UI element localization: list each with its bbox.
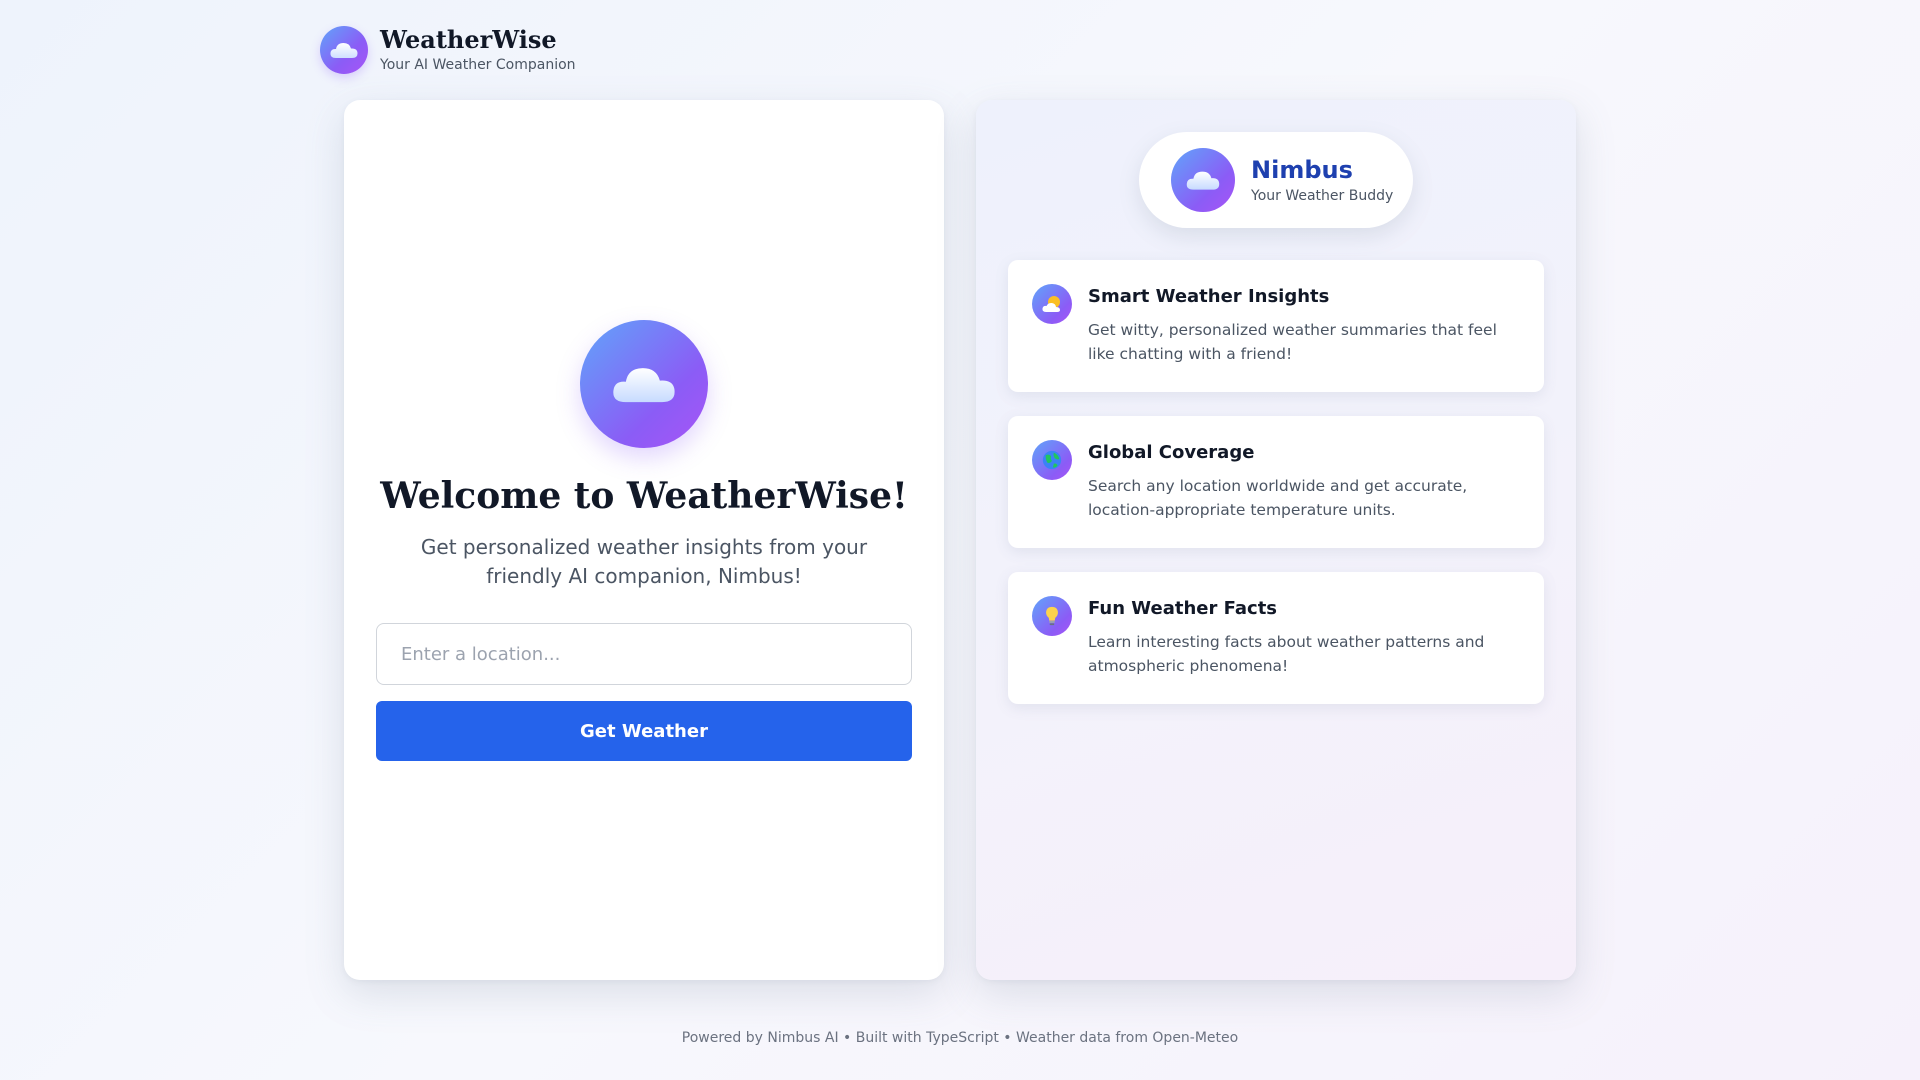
get-weather-button[interactable]: Get Weather	[376, 701, 912, 761]
assistant-avatar	[1171, 148, 1235, 212]
assistant-badge: Nimbus Your Weather Buddy	[1139, 132, 1413, 228]
app-header: WeatherWise Your AI Weather Companion	[320, 26, 576, 74]
location-input[interactable]	[376, 623, 912, 685]
search-card: Welcome to WeatherWise! Get personalized…	[344, 100, 944, 980]
feature-card-fun-facts: Fun Weather Facts Learn interesting fact…	[1008, 572, 1544, 704]
feature-icon-badge	[1032, 596, 1072, 636]
page-title: Welcome to WeatherWise!	[380, 475, 908, 517]
globe-icon	[1042, 450, 1062, 470]
hero-logo	[580, 320, 708, 448]
footer-credits: Powered by Nimbus AI • Built with TypeSc…	[681, 1030, 1239, 1046]
feature-title: Fun Weather Facts	[1088, 598, 1278, 619]
feature-description: Learn interesting facts about weather pa…	[1088, 633, 1485, 675]
cloud-icon	[1186, 171, 1220, 190]
logo	[320, 26, 368, 74]
brand-title: WeatherWise	[380, 24, 557, 54]
feature-description: Get witty, personalized weather summarie…	[1088, 321, 1497, 363]
feature-card-smart-insights: Smart Weather Insights Get witty, person…	[1008, 260, 1544, 392]
feature-title: Smart Weather Insights	[1088, 286, 1330, 307]
sun-behind-cloud-icon	[1042, 296, 1060, 312]
brand-subtitle: Your AI Weather Companion	[380, 57, 576, 74]
feature-description: Search any location worldwide and get ac…	[1088, 477, 1468, 519]
features-card: Nimbus Your Weather Buddy Smart Weather …	[976, 100, 1576, 980]
feature-title: Global Coverage	[1088, 442, 1255, 463]
lightbulb-icon	[1046, 606, 1058, 626]
feature-icon-badge	[1032, 440, 1072, 480]
cloud-icon	[330, 43, 358, 58]
feature-icon-badge	[1032, 284, 1072, 324]
feature-card-global-coverage: Global Coverage Search any location worl…	[1008, 416, 1544, 548]
assistant-name: Nimbus	[1251, 156, 1353, 184]
cloud-icon	[613, 368, 675, 403]
assistant-tagline: Your Weather Buddy	[1251, 188, 1394, 204]
page-subtitle: Get personalized weather insights from y…	[420, 535, 868, 588]
